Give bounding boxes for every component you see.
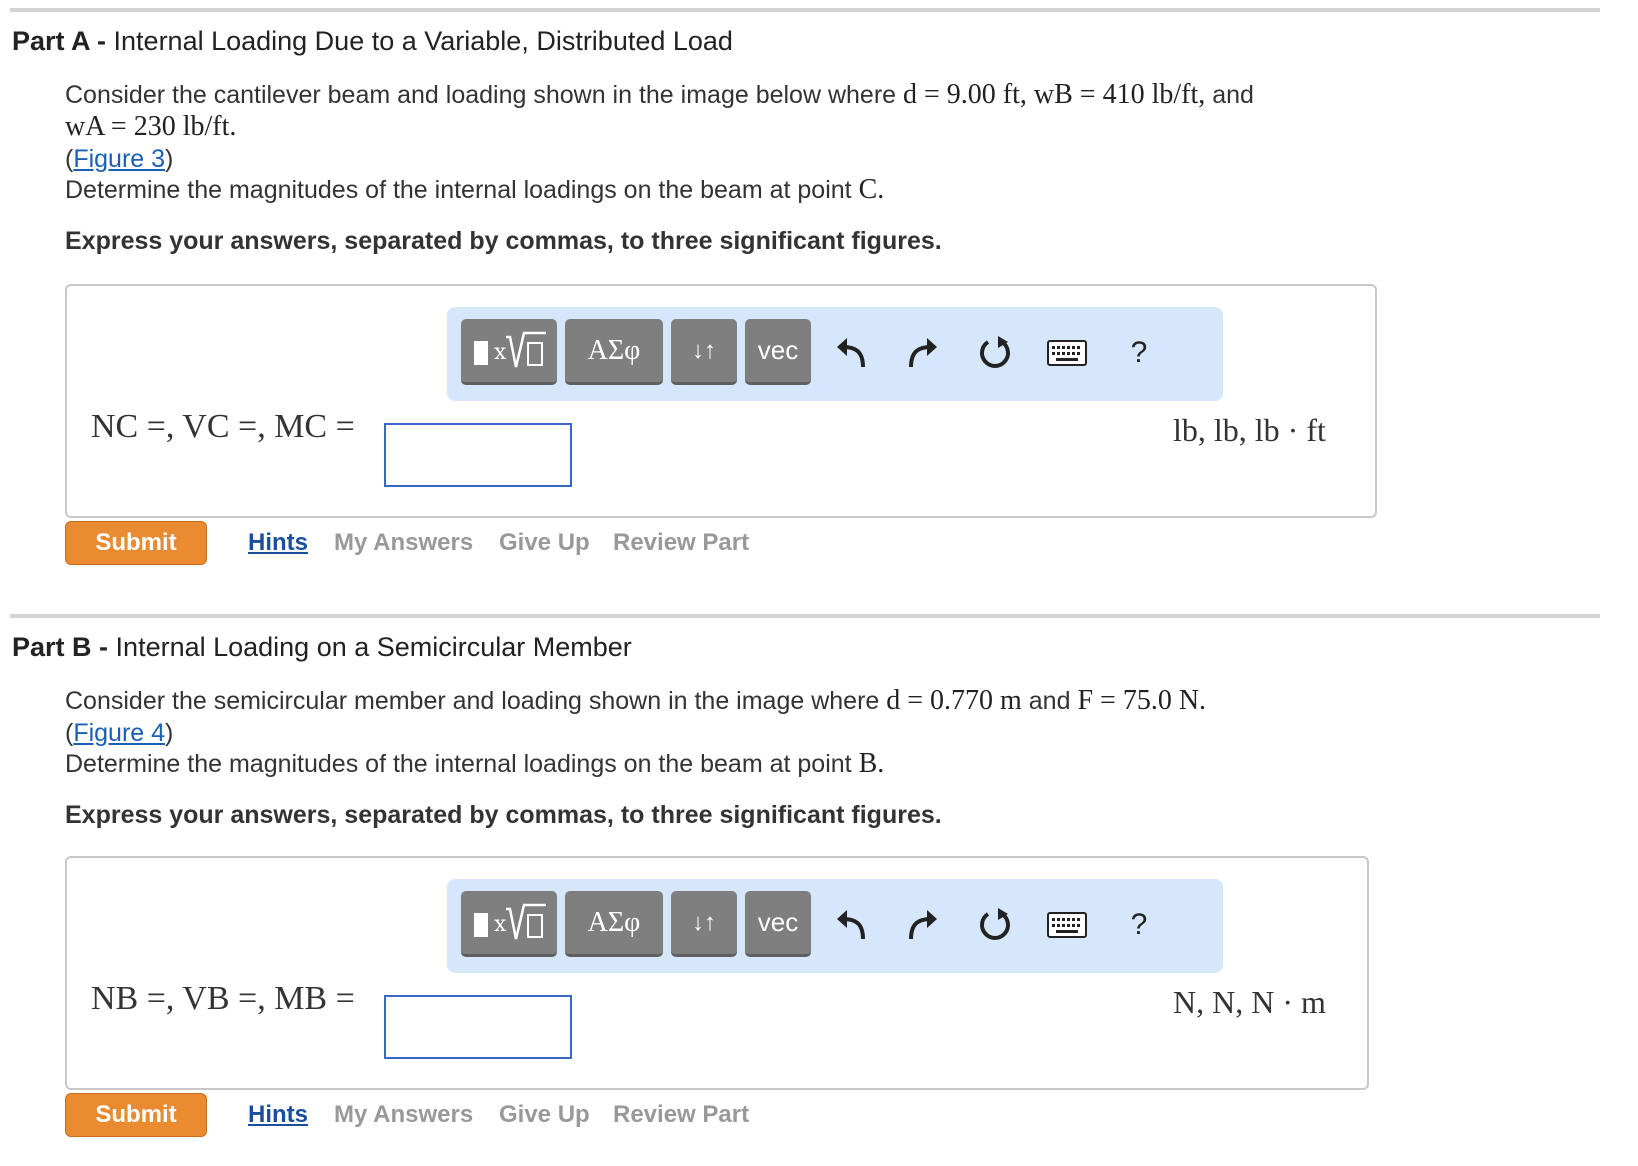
hints-link[interactable]: Hints: [248, 1101, 308, 1129]
help-button[interactable]: ?: [1117, 329, 1161, 377]
part-a-answer-label: NC =, VC =, MC =: [91, 408, 355, 445]
part-b-heading: Part B - Internal Loading on a Semicircu…: [12, 632, 632, 662]
templates-button[interactable]: x: [461, 891, 557, 957]
my-answers-link[interactable]: My Answers: [334, 529, 473, 557]
submit-button[interactable]: Submit: [65, 1093, 207, 1137]
part-a-instruction: Express your answers, separated by comma…: [65, 227, 942, 255]
svg-text:x: x: [494, 340, 507, 365]
help-button[interactable]: ?: [1117, 901, 1161, 949]
math-toolbar: x ΑΣφ ↓↑ vec ?: [447, 307, 1223, 401]
part-a-answer-box: x ΑΣφ ↓↑ vec ? NC =, VC =, MC = lb, lb, …: [65, 284, 1377, 518]
templates-icon: x: [474, 331, 546, 367]
undo-icon[interactable]: [829, 329, 873, 377]
figure-3-link[interactable]: Figure 3: [73, 145, 165, 173]
part-b-units: N, N, N · m: [1173, 984, 1326, 1020]
templates-icon: x: [474, 903, 546, 939]
part-b-answer-box: x ΑΣφ ↓↑ vec ? NB =, VB =, MB = N, N, N …: [65, 856, 1369, 1090]
give-up-link[interactable]: Give Up: [499, 529, 590, 557]
hints-link[interactable]: Hints: [248, 529, 308, 557]
part-a-units: lb, lb, lb · ft: [1173, 412, 1326, 448]
review-part-link[interactable]: Review Part: [613, 1101, 749, 1129]
templates-button[interactable]: x: [461, 319, 557, 385]
vector-button[interactable]: vec: [745, 891, 811, 957]
part-b-figure-ref: (Figure 4): [65, 719, 174, 747]
part-a-figure-ref: (Figure 3): [65, 145, 174, 173]
vector-button[interactable]: vec: [745, 319, 811, 385]
part-b-answer-label: NB =, VB =, MB =: [91, 980, 355, 1017]
arrows-button[interactable]: ↓↑: [671, 319, 737, 385]
part-b-instruction: Express your answers, separated by comma…: [65, 801, 942, 829]
part-a-intro: Consider the cantilever beam and loading…: [65, 79, 1254, 110]
part-b-intro: Consider the semicircular member and loa…: [65, 685, 1207, 716]
reset-icon[interactable]: [973, 901, 1017, 949]
part-a-heading: Part A - Internal Loading Due to a Varia…: [12, 26, 733, 56]
reset-icon[interactable]: [973, 329, 1017, 377]
part-a-task: Determine the magnitudes of the internal…: [65, 174, 885, 205]
part-b-section: Part B - Internal Loading on a Semicircu…: [0, 606, 1638, 1166]
give-up-link[interactable]: Give Up: [499, 1101, 590, 1129]
submit-button[interactable]: Submit: [65, 521, 207, 565]
keyboard-icon[interactable]: [1045, 329, 1089, 377]
greek-symbols-button[interactable]: ΑΣφ: [565, 319, 663, 385]
undo-icon[interactable]: [829, 901, 873, 949]
part-a-section: Part A - Internal Loading Due to a Varia…: [0, 0, 1638, 565]
figure-4-link[interactable]: Figure 4: [73, 719, 165, 747]
svg-text:x: x: [494, 912, 507, 937]
arrows-button[interactable]: ↓↑: [671, 891, 737, 957]
part-a-given-wa: wA = 230 lb/ft.: [65, 111, 237, 142]
part-b-answer-input[interactable]: [384, 995, 572, 1059]
part-b-task: Determine the magnitudes of the internal…: [65, 748, 885, 779]
redo-icon[interactable]: [901, 901, 945, 949]
redo-icon[interactable]: [901, 329, 945, 377]
keyboard-icon[interactable]: [1045, 901, 1089, 949]
greek-symbols-button[interactable]: ΑΣφ: [565, 891, 663, 957]
part-a-answer-input[interactable]: [384, 423, 572, 487]
review-part-link[interactable]: Review Part: [613, 529, 749, 557]
math-toolbar: x ΑΣφ ↓↑ vec ?: [447, 879, 1223, 973]
my-answers-link[interactable]: My Answers: [334, 1101, 473, 1129]
